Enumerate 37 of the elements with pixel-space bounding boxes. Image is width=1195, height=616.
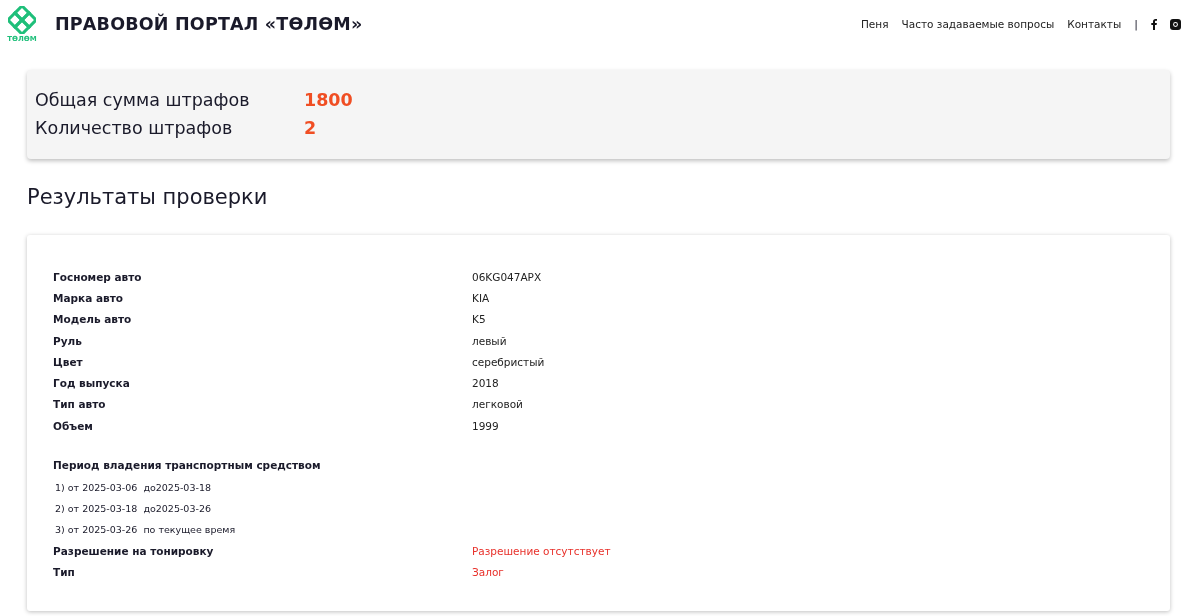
field-value: 2018 bbox=[472, 377, 500, 390]
field-value: KIA bbox=[472, 291, 491, 304]
field-label: Модель авто bbox=[53, 313, 133, 326]
field-label: Объем bbox=[53, 419, 94, 432]
ownership-title: Период владения транспортным средством bbox=[53, 458, 322, 474]
field-label: Тип bbox=[53, 566, 76, 579]
field-label: Марка авто bbox=[53, 291, 124, 304]
summary-value: 1800 bbox=[304, 90, 354, 110]
summary-value: 2 bbox=[304, 118, 318, 138]
ownership-period: 1) от 2025-03-06 до2025-03-18 bbox=[54, 480, 212, 495]
site-title: ПРАВОВОЙ ПОРТАЛ «ТӨЛӨМ» bbox=[55, 14, 364, 34]
field-value: Залог bbox=[472, 566, 505, 579]
nav-link[interactable]: Пеня bbox=[860, 18, 889, 30]
section-title: Результаты проверки bbox=[27, 185, 269, 209]
field-value: легковой bbox=[472, 398, 524, 411]
nav-separator: | bbox=[1134, 17, 1138, 31]
ownership-period: 2) от 2025-03-18 до2025-03-26 bbox=[54, 501, 212, 516]
field-label: Руль bbox=[53, 334, 83, 347]
field-label: Госномер авто bbox=[53, 270, 143, 283]
field-label: Цвет bbox=[53, 355, 84, 368]
field-label: Тип авто bbox=[53, 398, 107, 411]
field-value: серебристый bbox=[472, 355, 546, 368]
nav-link[interactable]: Контакты bbox=[1067, 18, 1122, 30]
field-value: 06KG047APX bbox=[472, 270, 543, 283]
field-value: 1999 bbox=[472, 419, 500, 432]
field-value: K5 bbox=[472, 313, 487, 326]
summary-label: Общая сумма штрафов bbox=[35, 90, 251, 110]
field-label: Разрешение на тонировку bbox=[53, 544, 215, 557]
ownership-period: 3) от 2025-03-26 по текущее время bbox=[54, 523, 237, 538]
facebook-icon[interactable] bbox=[1151, 18, 1157, 30]
instagram-icon[interactable] bbox=[1170, 18, 1181, 30]
logo-icon bbox=[8, 5, 36, 34]
field-value: Разрешение отсутствует bbox=[472, 544, 612, 557]
summary-label: Количество штрафов bbox=[35, 118, 234, 138]
field-label: Год выпуска bbox=[53, 377, 131, 390]
nav-link[interactable]: Часто задаваемые вопросы bbox=[901, 18, 1055, 30]
field-value: левый bbox=[472, 334, 508, 347]
